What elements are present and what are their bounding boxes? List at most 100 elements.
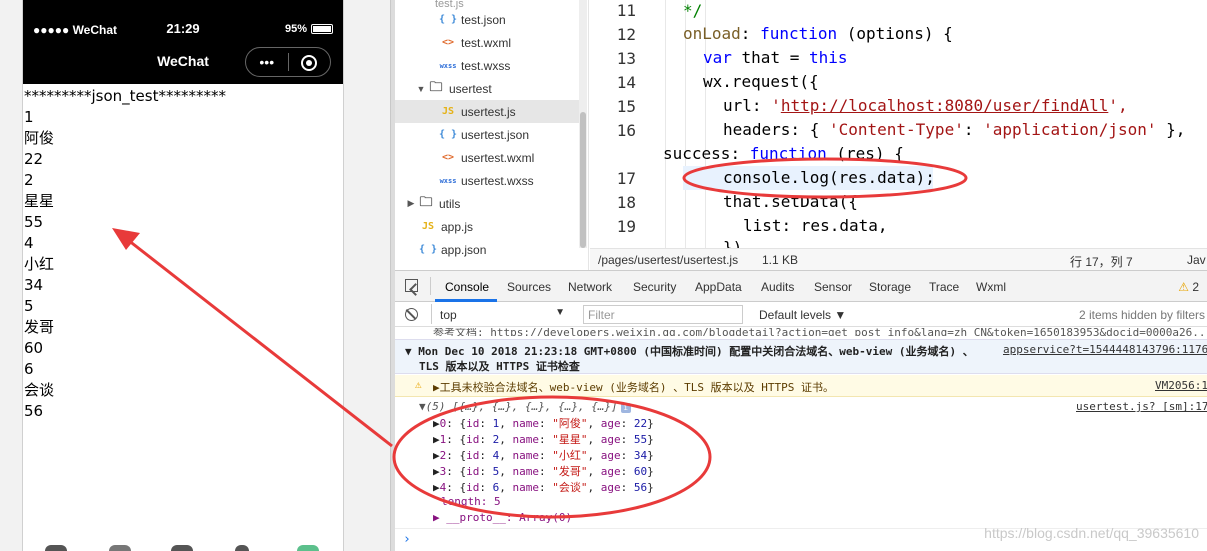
log-levels-dropdown[interactable]: Default levels ▼ — [759, 308, 846, 322]
line-number: 14 — [616, 73, 636, 92]
code-url-link[interactable]: http://localhost:8080/user/findAll — [781, 96, 1109, 115]
console-toolbar: top ▼ Filter Default levels ▼ 2 items hid… — [395, 303, 1207, 327]
warning-source-link[interactable]: VM2056:1 — [1155, 379, 1207, 392]
code-line-14: wx.request({ — [703, 72, 819, 91]
line-number: 13 — [616, 49, 636, 68]
file-tree-item-test-wxml[interactable]: <> test.wxml — [395, 31, 579, 54]
tab-console[interactable]: Console — [445, 280, 489, 294]
console-array-item[interactable]: ▶3: {id: 5, name: "发哥", age: 60} — [395, 462, 1207, 478]
collapsed-arrow-icon[interactable]: ▶ — [405, 198, 417, 209]
file-tree-item-usertest-wxml[interactable]: <> usertest.wxml — [395, 146, 579, 169]
expand-arrow-icon[interactable]: ▶ — [433, 465, 440, 478]
console-array-item[interactable]: ▶1: {id: 2, name: "星星", age: 55} — [395, 430, 1207, 446]
file-size: 1.1 KB — [762, 253, 799, 267]
file-tree-item-usertest-json[interactable]: { } usertest.json — [395, 123, 579, 146]
group-source-link[interactable]: appservice?t=1544448143796:1176 — [1003, 343, 1207, 356]
tab-storage[interactable]: Storage — [869, 280, 911, 294]
tab-sensor[interactable]: Sensor — [814, 280, 852, 294]
file-path: /pages/usertest/usertest.js — [598, 253, 739, 267]
tab-icon[interactable] — [171, 545, 193, 551]
console-array-item[interactable]: ▶4: {id: 6, name: "会谈", age: 56} — [395, 478, 1207, 494]
file-tree-label: usertest.json — [461, 127, 530, 142]
devtools-panel: ⚠ 2 Console Sources Network Security AppData… — [395, 270, 1207, 551]
hidden-items-note: 2 items hidden by filters — [1078, 308, 1205, 322]
file-tree-item-app-json[interactable]: { } app.json — [395, 238, 579, 261]
line-number: 19 — [616, 217, 636, 236]
expand-arrow-icon[interactable]: ▶ — [433, 481, 440, 494]
console-output[interactable]: 参考文档: https://developers.weixin.qq.com/b… — [395, 328, 1207, 551]
indent-guide — [665, 0, 666, 248]
page-text-line: 5 — [24, 297, 34, 315]
page-text-line: 60 — [24, 339, 44, 357]
tab-audits[interactable]: Audits — [761, 280, 794, 294]
code-line-13: var that = this — [703, 48, 848, 67]
watermark: https://blog.csdn.net/qq_39635610 — [984, 525, 1199, 541]
file-tree-label: usertest.wxss — [461, 173, 534, 188]
filter-input[interactable]: Filter — [583, 305, 743, 324]
expand-arrow-icon[interactable]: ▶ — [433, 433, 440, 446]
inspect-element-icon[interactable] — [405, 279, 418, 292]
console-array-item[interactable]: ▶0: {id: 1, name: "阿俊", age: 22} — [395, 414, 1207, 430]
file-tree-item-cut: app.wxss — [395, 261, 579, 271]
file-tree-item-test-wxss[interactable]: wxss test.wxss — [395, 54, 579, 77]
tab-wxml[interactable]: Wxml — [976, 280, 1006, 294]
file-tree-item-usertest-wxss[interactable]: wxss usertest.wxss — [395, 169, 579, 192]
tab-icon[interactable] — [297, 545, 319, 551]
tab-icon[interactable] — [235, 545, 249, 551]
code-line-15: url: 'http://localhost:8080/user/findAll… — [723, 96, 1128, 115]
console-group-header[interactable]: ▼ Mon Dec 10 2018 21:23:18 GMT+0800 (中国标… — [395, 339, 1207, 374]
warning-icon: ⚠ — [1178, 280, 1189, 294]
phone-simulator: ●●●●● WeChat 21:29 95% WeChat ••• ******… — [22, 0, 344, 551]
warning-counter[interactable]: ⚠ 2 — [1178, 280, 1199, 294]
json-file-icon: { } — [419, 244, 438, 255]
phone-status-bar: ●●●●● WeChat 21:29 95% — [23, 0, 343, 40]
tab-network[interactable]: Network — [568, 280, 612, 294]
array-source-link[interactable]: usertest.js? [sm]:17 — [1076, 400, 1207, 413]
file-tree-label: app.json — [441, 242, 487, 257]
tab-appdata[interactable]: AppData — [695, 280, 742, 294]
code-line-18: that.setData({ — [723, 192, 858, 211]
page-text-line: *********json_test********* — [24, 87, 226, 105]
battery-icon — [311, 24, 333, 34]
battery-percent: 95% — [284, 23, 307, 35]
expand-arrow-icon[interactable]: ▶ — [433, 449, 440, 462]
expanded-arrow-icon[interactable]: ▼ — [415, 84, 427, 94]
file-tree-item-test-json[interactable]: { } test.json — [395, 8, 579, 31]
language-mode[interactable]: Jav — [1187, 253, 1206, 267]
dropdown-arrow-icon: ▼ — [555, 307, 565, 318]
expand-arrow-icon[interactable]: ▶ — [433, 417, 440, 430]
tab-security[interactable]: Security — [633, 280, 676, 294]
more-icon[interactable]: ••• — [246, 54, 288, 70]
wxml-file-icon: <> — [441, 37, 455, 48]
page-text-line: 小红 — [24, 255, 55, 273]
clear-console-icon[interactable] — [405, 308, 418, 321]
tab-trace[interactable]: Trace — [929, 280, 959, 294]
tab-icon[interactable] — [45, 545, 67, 551]
console-doc-line: 参考文档: https://developers.weixin.qq.com/b… — [433, 328, 1207, 336]
line-number: 17 — [616, 169, 636, 188]
page-text-line: 55 — [24, 213, 44, 231]
console-array-header[interactable]: ▼(5) [{…}, {…}, {…}, {…}, {…}] i usertest… — [395, 398, 1207, 414]
code-editor[interactable]: 11 12 13 14 15 16 17 18 19 */ onLoad: function (… — [590, 0, 1207, 248]
toolbar-separator — [430, 277, 431, 295]
file-tree-item-usertest-js[interactable]: JS usertest.js — [395, 100, 579, 123]
tab-icon[interactable] — [109, 545, 131, 551]
code-line-17: console.log(res.data); — [723, 168, 935, 187]
page-text-line: 会谈 — [24, 381, 55, 399]
console-proto-line[interactable]: ▶ __proto__: Array(0) — [395, 510, 1207, 526]
cursor-position[interactable]: 行 17，列 7 — [1070, 253, 1133, 270]
console-warning: ⚠ ▶工具未校验合法域名、web-view (业务域名) 、TLS 版本以及 H… — [395, 375, 1207, 397]
file-tree-item-app-js[interactable]: JS app.js — [395, 215, 579, 238]
file-tree-scrollbar[interactable] — [579, 0, 587, 248]
js-file-icon: JS — [421, 221, 435, 232]
close-target-icon[interactable] — [289, 53, 331, 71]
file-tree-label: utils — [439, 196, 461, 211]
context-selector[interactable]: top ▼ — [431, 304, 571, 324]
console-array-item[interactable]: ▶2: {id: 4, name: "小红", age: 34} — [395, 446, 1207, 462]
json-file-icon: { } — [439, 14, 458, 25]
expand-arrow-icon[interactable]: ▶ — [433, 381, 440, 394]
tab-sources[interactable]: Sources — [507, 280, 551, 294]
warning-icon: ⚠ — [415, 378, 422, 391]
file-tree-item-usertest[interactable]: ▼ 🗀 usertest — [395, 77, 579, 100]
file-tree-item-utils[interactable]: ▶ 🗀 utils — [395, 192, 579, 215]
